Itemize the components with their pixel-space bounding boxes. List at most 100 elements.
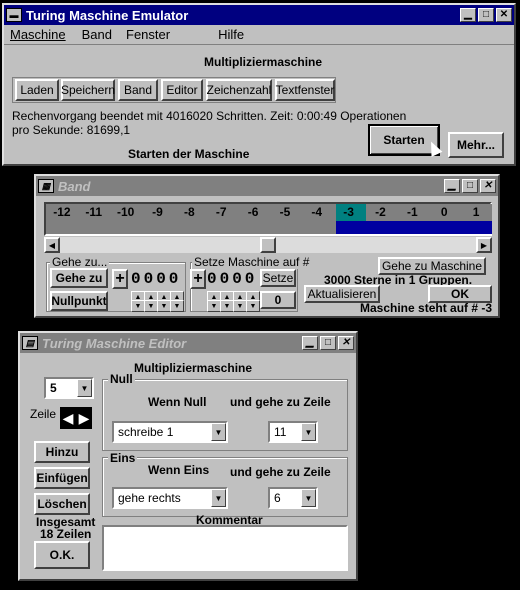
- menu-maschine[interactable]: Maschine: [10, 27, 66, 42]
- save-button[interactable]: Speichern: [61, 79, 115, 101]
- tape-cells: -12 -11 -10 -9 -8 -7 -6 -5 -4 -3 -2 -1 0 1: [46, 205, 492, 221]
- editor-button[interactable]: Editor: [161, 79, 203, 101]
- set-sign-button[interactable]: +: [190, 269, 206, 289]
- null-goto-label: und gehe zu Zeile: [230, 395, 331, 409]
- tape-cell[interactable]: -4: [301, 205, 333, 221]
- zero-point-button[interactable]: Nullpunkt: [50, 291, 108, 311]
- tape-cell[interactable]: -8: [173, 205, 205, 221]
- chevron-down-icon[interactable]: ▼: [211, 423, 226, 441]
- load-button[interactable]: Laden: [15, 79, 59, 101]
- tape-cell[interactable]: -5: [269, 205, 301, 221]
- spin-down-icon[interactable]: ▼: [131, 300, 145, 312]
- eins-if-label: Wenn Eins: [148, 463, 210, 477]
- tape-cell[interactable]: -12: [46, 205, 78, 221]
- eins-action-value: gehe rechts: [118, 491, 181, 505]
- chevron-down-icon[interactable]: ▼: [77, 379, 92, 397]
- tape-scrollbar[interactable]: ◀ ▶: [44, 237, 492, 253]
- eins-action-select[interactable]: gehe rechts ▼: [112, 487, 228, 509]
- editor-maximize-button[interactable]: □: [320, 336, 336, 350]
- chevron-down-icon[interactable]: ▼: [301, 489, 316, 507]
- menubar: Maschine Band Fenster Hilfe: [4, 25, 514, 45]
- tape-cell[interactable]: -9: [142, 205, 174, 221]
- status-line-2: pro Sekunde: 81699,1: [12, 123, 131, 137]
- comment-field[interactable]: [102, 525, 348, 571]
- line-prev-icon[interactable]: ◀: [60, 407, 76, 429]
- band-titlebar[interactable]: ▦ Band ▁ □ ✕: [36, 176, 498, 196]
- goto-group-label: Gehe zu...: [50, 255, 110, 269]
- tape-cell[interactable]: -6: [237, 205, 269, 221]
- editor-titlebar[interactable]: ▤ Turing Maschine Editor ▁ □ ✕: [20, 333, 356, 353]
- scroll-right-button[interactable]: ▶: [476, 237, 492, 253]
- band-title: Band: [58, 178, 91, 194]
- delete-line-button[interactable]: Löschen: [34, 493, 90, 515]
- line-select-value: 5: [50, 381, 57, 395]
- tape-cell[interactable]: -3: [333, 205, 365, 221]
- editor-window-icon[interactable]: ▤: [22, 336, 38, 350]
- tape-cell[interactable]: 1: [460, 205, 492, 221]
- tape[interactable]: -12 -11 -10 -9 -8 -7 -6 -5 -4 -3 -2 -1 0 1: [44, 202, 492, 236]
- main-titlebar[interactable]: ▬ Turing Maschine Emulator ▁ □ ✕: [4, 5, 514, 25]
- close-button[interactable]: ✕: [496, 8, 512, 22]
- total-line-2: 18 Zeilen: [40, 527, 92, 541]
- editor-title: Turing Maschine Editor: [42, 335, 187, 351]
- chevron-down-icon[interactable]: ▼: [211, 489, 226, 507]
- spin-down-icon[interactable]: ▼: [207, 300, 221, 312]
- chevron-down-icon[interactable]: ▼: [301, 423, 316, 441]
- tape-cell[interactable]: -11: [78, 205, 110, 221]
- line-next-icon[interactable]: ▶: [76, 407, 92, 429]
- char-count-button[interactable]: Zeichenzahl: [206, 79, 272, 101]
- spin-down-icon[interactable]: ▼: [170, 300, 184, 312]
- menu-band[interactable]: Band: [82, 27, 112, 42]
- tape-head-marker: [336, 221, 492, 234]
- editor-close-button[interactable]: ✕: [338, 336, 354, 350]
- spin-down-icon[interactable]: ▼: [144, 300, 158, 312]
- band-button[interactable]: Band: [118, 79, 158, 101]
- band-maximize-button[interactable]: □: [462, 179, 478, 193]
- null-group-label: Null: [108, 372, 135, 386]
- insert-line-button[interactable]: Einfügen: [34, 467, 90, 489]
- tape-cell[interactable]: -10: [110, 205, 142, 221]
- editor-window: ▤ Turing Maschine Editor ▁ □ ✕ Multipliz…: [18, 331, 358, 581]
- machine-name: Multipliziermaschine: [204, 55, 323, 69]
- set-digits[interactable]: 0000: [207, 270, 257, 288]
- tape-cell[interactable]: 0: [428, 205, 460, 221]
- band-window: ▦ Band ▁ □ ✕ -12 -11 -10 -9 -8 -7 -6 -5 -4 -3 -2 -1…: [34, 174, 500, 318]
- editor-minimize-button[interactable]: ▁: [302, 336, 318, 350]
- tape-cell[interactable]: -2: [365, 205, 397, 221]
- system-menu-icon[interactable]: ▬: [6, 8, 22, 22]
- main-window: ▬ Turing Maschine Emulator ▁ □ ✕ Maschin…: [2, 3, 516, 166]
- band-close-button[interactable]: ✕: [480, 179, 496, 193]
- spin-down-icon[interactable]: ▼: [233, 300, 247, 312]
- scroll-left-button[interactable]: ◀: [44, 237, 60, 253]
- text-window-button[interactable]: Textfenster: [275, 79, 335, 101]
- goto-button[interactable]: Gehe zu: [50, 268, 108, 288]
- tape-cell[interactable]: -7: [205, 205, 237, 221]
- add-line-button[interactable]: Hinzu: [34, 441, 90, 463]
- status-line-1: Rechenvorgang beendet mit 4016020 Schrit…: [12, 109, 407, 123]
- spin-down-icon[interactable]: ▼: [220, 300, 234, 312]
- scroll-thumb[interactable]: [260, 237, 276, 253]
- set-button[interactable]: Setze: [260, 269, 296, 287]
- goto-sign-button[interactable]: +: [112, 269, 128, 289]
- tape-cell[interactable]: -1: [396, 205, 428, 221]
- spin-down-icon[interactable]: ▼: [157, 300, 171, 312]
- null-line-select[interactable]: 11 ▼: [268, 421, 318, 443]
- goto-digits[interactable]: 0000: [131, 270, 181, 288]
- line-select[interactable]: 5 ▼: [44, 377, 94, 399]
- spin-down-icon[interactable]: ▼: [246, 300, 260, 312]
- band-minimize-button[interactable]: ▁: [444, 179, 460, 193]
- maximize-button[interactable]: □: [478, 8, 494, 22]
- menu-fenster[interactable]: Fenster: [126, 27, 170, 42]
- eins-line-select[interactable]: 6 ▼: [268, 487, 318, 509]
- menu-hilfe[interactable]: Hilfe: [218, 27, 244, 42]
- line-nav: ◀ ▶: [60, 407, 92, 429]
- minimize-button[interactable]: ▁: [460, 8, 476, 22]
- null-action-select[interactable]: schreibe 1 ▼: [112, 421, 228, 443]
- more-button[interactable]: Mehr...: [448, 132, 504, 158]
- null-action-value: schreibe 1: [118, 425, 174, 439]
- editor-ok-button[interactable]: O.K.: [34, 541, 90, 569]
- line-label: Zeile: [30, 407, 57, 421]
- eins-line-value: 6: [274, 491, 281, 505]
- band-window-icon[interactable]: ▦: [38, 179, 54, 193]
- null-line-value: 11: [274, 425, 287, 439]
